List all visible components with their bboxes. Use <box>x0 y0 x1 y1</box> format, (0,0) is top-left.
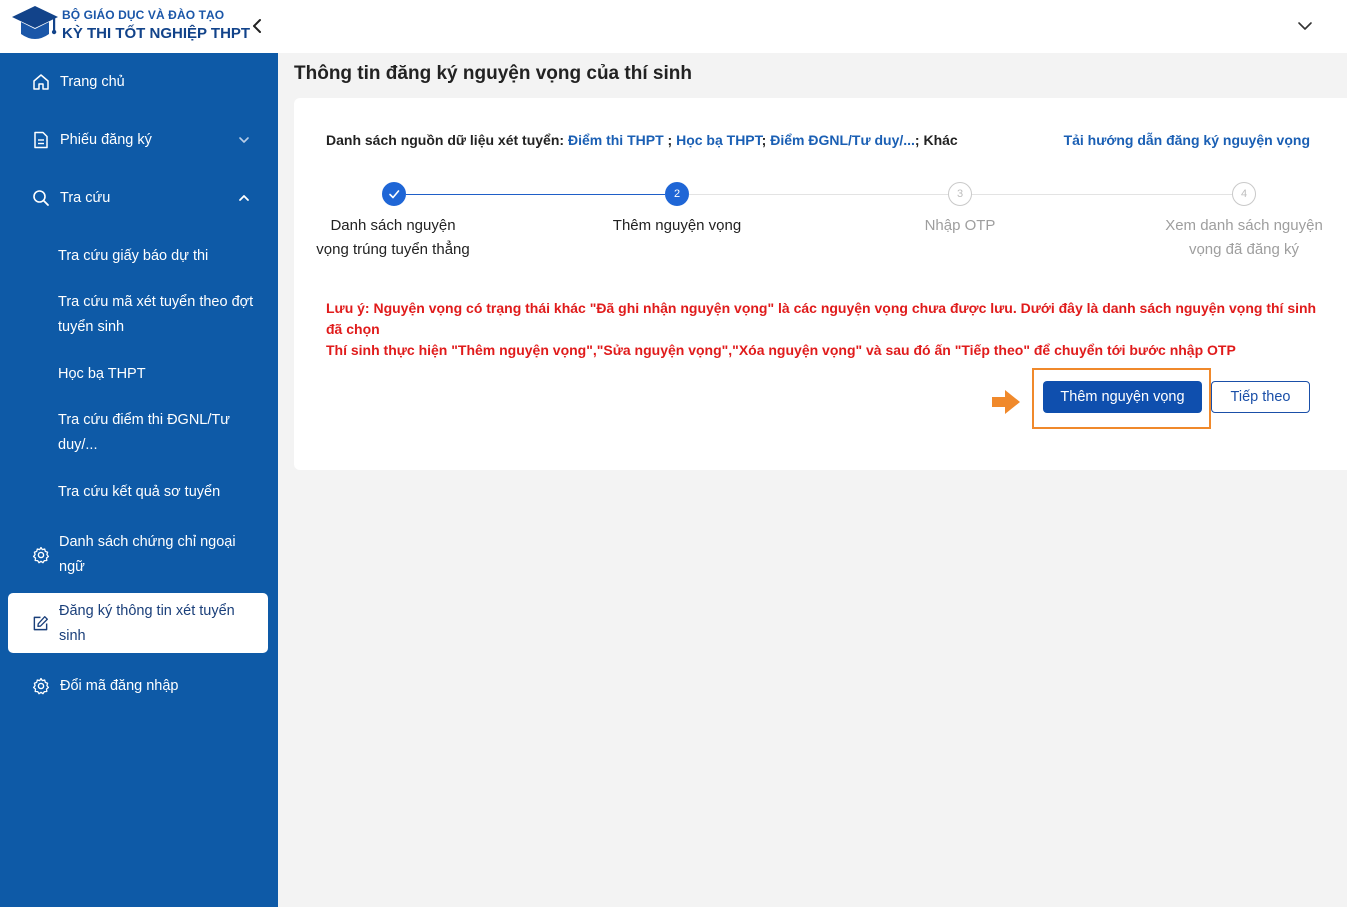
step-1-indicator <box>382 182 406 206</box>
sidebar-item-home[interactable]: Trang chủ <box>0 70 278 96</box>
sidebar-item-label: Danh sách chứng chỉ ngoại ngữ <box>59 534 236 575</box>
sidebar-item-registration-form[interactable]: Phiếu đăng ký <box>0 128 278 154</box>
document-icon <box>34 131 48 149</box>
data-sources-label: Danh sách nguồn dữ liệu xét tuyển: <box>326 132 565 148</box>
chevron-down-icon <box>239 137 249 143</box>
source-other: ; Khác <box>914 132 958 148</box>
step-connector-1 <box>406 194 665 195</box>
sidebar-item-label: Đổi mã đăng nhập <box>60 678 179 694</box>
step-4-label: Xem danh sách nguyện vọng đã đăng ký <box>1165 217 1323 258</box>
sidebar-item-label: Trang chủ <box>60 74 125 90</box>
sidebar-subitem-aptitude-scores[interactable]: Tra cứu điểm thi ĐGNL/Tư duy/... <box>58 408 258 458</box>
notice-line-1: Lưu ý: Nguyện vọng có trạng thái khác "Đ… <box>326 300 1317 337</box>
user-menu-chevron-down-icon[interactable] <box>1296 17 1314 35</box>
sidebar: Trang chủ Phiếu đăng ký Tra cứu Tra cứu … <box>0 53 278 907</box>
brand-ministry: BỘ GIÁO DỤC VÀ ĐÀO TẠO <box>62 8 225 22</box>
download-guide-link[interactable]: Tải hướng dẫn đăng ký nguyện vọng <box>1064 132 1310 148</box>
brand-exam-title: KỲ THI TỐT NGHIỆP THPT <box>62 25 251 42</box>
sidebar-item-admission-registration[interactable]: Đăng ký thông tin xét tuyển sinh <box>8 593 268 653</box>
collapse-sidebar-chevron-left-icon[interactable] <box>248 16 266 36</box>
separator: ; <box>663 132 677 148</box>
step-4-indicator: 4 <box>1232 182 1256 206</box>
gear-icon <box>32 677 50 695</box>
next-button[interactable]: Tiếp theo <box>1211 381 1310 413</box>
sidebar-item-label: Phiếu đăng ký <box>60 132 152 148</box>
search-icon <box>33 190 49 206</box>
registration-card: Danh sách nguồn dữ liệu xét tuyển: Điểm … <box>294 98 1347 470</box>
home-icon <box>33 74 49 90</box>
top-header: BỘ GIÁO DỤC VÀ ĐÀO TẠO KỲ THI TỐT NGHIỆP… <box>0 0 1347 53</box>
sidebar-subitem-exam-notice[interactable]: Tra cứu giấy báo dự thi <box>58 244 258 269</box>
sidebar-subitem-admission-code[interactable]: Tra cứu mã xét tuyển theo đợt tuyển sinh <box>58 290 258 340</box>
chevron-up-icon <box>239 195 249 201</box>
step-2-indicator: 2 <box>665 182 689 206</box>
gear-icon <box>32 546 50 564</box>
sidebar-item-label: Đăng ký thông tin xét tuyển sinh <box>59 603 235 644</box>
source-link-aptitude[interactable]: Điểm ĐGNL/Tư duy/... <box>770 132 915 148</box>
step-2-label: Thêm nguyện vọng <box>612 217 742 234</box>
sidebar-subitem-transcript[interactable]: Học bạ THPT <box>58 362 258 387</box>
edit-icon <box>33 616 48 631</box>
check-icon <box>389 190 400 199</box>
step-1-label: Danh sách nguyện vọng trúng tuyển thẳng <box>316 217 470 258</box>
notice-line-2: Thí sinh thực hiện "Thêm nguyện vọng","S… <box>326 342 1236 358</box>
data-sources-line: Danh sách nguồn dữ liệu xét tuyển: Điểm … <box>326 132 958 148</box>
add-preference-button[interactable]: Thêm nguyện vọng <box>1043 381 1202 413</box>
step-3-label: Nhập OTP <box>924 217 996 234</box>
sidebar-subitem-preliminary-results[interactable]: Tra cứu kết quả sơ tuyển <box>58 480 258 505</box>
step-3-indicator: 3 <box>948 182 972 206</box>
warning-notice: Lưu ý: Nguyện vọng có trạng thái khác "Đ… <box>326 298 1336 361</box>
sidebar-item-change-login[interactable]: Đổi mã đăng nhập <box>0 674 278 700</box>
separator: ; <box>761 132 771 148</box>
step-connector-3 <box>972 194 1232 195</box>
sidebar-item-certificates[interactable]: Danh sách chứng chỉ ngoại ngữ <box>0 530 278 580</box>
sidebar-item-label: Tra cứu <box>60 190 111 206</box>
source-link-thpt-scores[interactable]: Điểm thi THPT <box>568 132 664 148</box>
graduation-cap-logo-icon <box>12 6 58 39</box>
step-connector-2 <box>689 194 948 195</box>
source-link-transcript[interactable]: Học bạ THPT <box>676 132 762 148</box>
page-title: Thông tin đăng ký nguyện vọng của thí si… <box>294 63 692 84</box>
sidebar-item-lookup[interactable]: Tra cứu <box>0 186 278 212</box>
arrow-right-icon <box>992 390 1020 414</box>
